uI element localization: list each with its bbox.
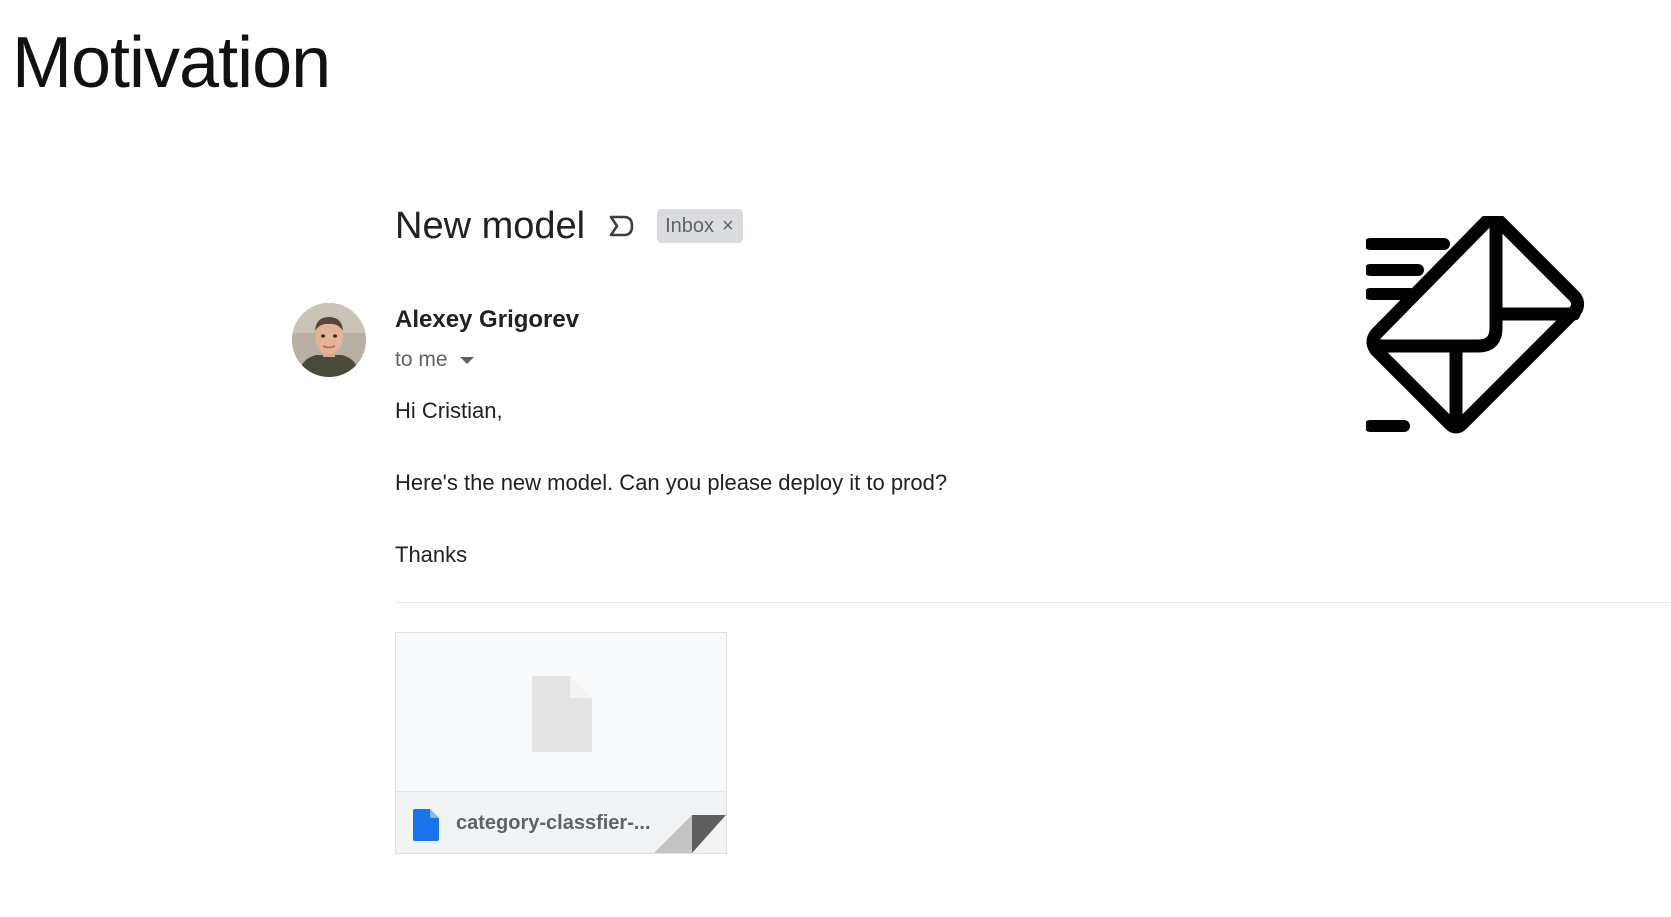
email-subject: New model bbox=[395, 204, 586, 247]
email-greeting: Hi Cristian, bbox=[395, 398, 503, 423]
slide-title: Motivation bbox=[12, 23, 331, 103]
recipient-text: to me bbox=[395, 348, 448, 371]
google-docs-file-icon bbox=[413, 809, 439, 841]
chevron-down-icon[interactable] bbox=[459, 356, 474, 364]
attachment-card[interactable]: category-classfier-... bbox=[395, 632, 727, 854]
sender-name[interactable]: Alexey Grigorev bbox=[395, 306, 579, 334]
attachment-divider bbox=[395, 602, 1671, 603]
page-curl-corner bbox=[654, 815, 726, 853]
inbox-label-text: Inbox bbox=[665, 214, 715, 237]
inbox-label-chip[interactable]: Inbox × bbox=[657, 209, 743, 243]
sender-avatar[interactable] bbox=[292, 303, 366, 377]
recipient-row: to me bbox=[395, 348, 474, 372]
email-subject-row: New model Inbox × bbox=[395, 198, 743, 254]
email-message: Here's the new model. Can you please dep… bbox=[395, 470, 948, 495]
remove-label-button[interactable]: × bbox=[722, 215, 734, 238]
attachment-preview bbox=[396, 633, 726, 791]
fast-mail-envelope-icon bbox=[1366, 216, 1585, 434]
email-signoff: Thanks bbox=[395, 542, 468, 567]
file-placeholder-icon bbox=[532, 676, 592, 752]
attachment-filename[interactable]: category-classfier-... bbox=[456, 812, 651, 835]
importance-marker-icon[interactable] bbox=[607, 211, 637, 241]
